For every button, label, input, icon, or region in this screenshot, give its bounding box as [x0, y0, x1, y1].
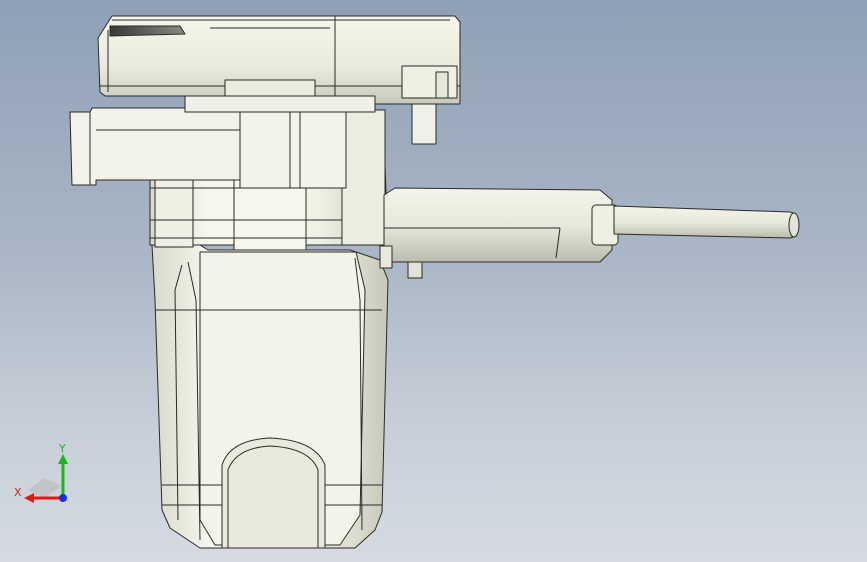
handle-opening	[221, 437, 326, 549]
nozzle-tip	[613, 205, 797, 239]
upper-column	[239, 107, 347, 189]
x-axis-arrow	[24, 493, 34, 503]
axis-triad: Y X	[14, 442, 68, 503]
part-model[interactable]	[0, 0, 867, 562]
left-bracket	[69, 107, 241, 186]
z-axis-dot	[59, 494, 67, 502]
graphics-viewport[interactable]: Y X	[0, 0, 867, 562]
x-axis-label: X	[14, 486, 22, 499]
top-cap-dark-rim	[109, 25, 186, 37]
nozzle-arm	[383, 187, 613, 263]
y-axis-arrow	[58, 454, 68, 464]
y-axis-label: Y	[58, 442, 66, 455]
